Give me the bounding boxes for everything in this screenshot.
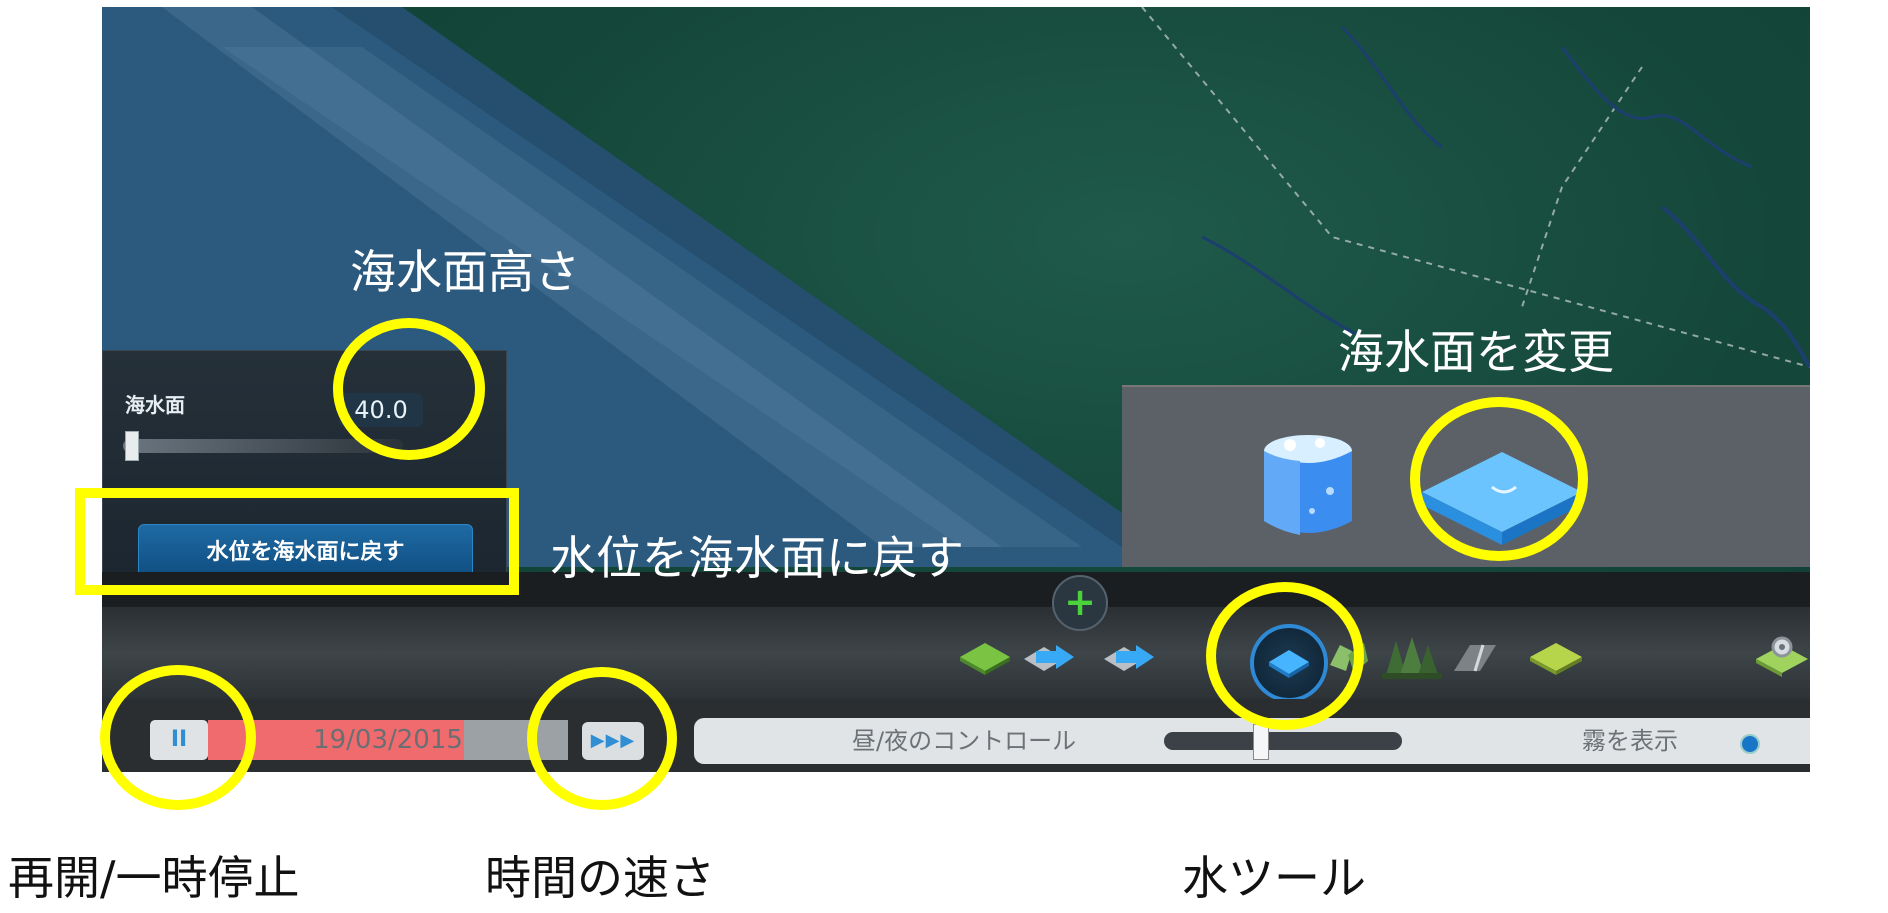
annotation-water-tool: 水ツール bbox=[1182, 851, 1366, 905]
day-night-slider[interactable] bbox=[1164, 732, 1402, 750]
highlight-ring-sea-level-value bbox=[333, 318, 485, 460]
annotation-reset-water: 水位を海水面に戻す bbox=[550, 531, 964, 585]
annotation-resume-pause: 再開/一時停止 bbox=[8, 851, 300, 905]
settings-gear-icon[interactable] bbox=[1754, 633, 1810, 679]
date-display: 19/03/2015 bbox=[313, 725, 463, 755]
level-down-tool-icon[interactable] bbox=[1102, 637, 1156, 677]
day-night-label: 昼/夜のコントロール bbox=[852, 727, 1077, 755]
highlight-ring-pause bbox=[100, 665, 256, 810]
terrain-tool-icon[interactable] bbox=[958, 639, 1012, 675]
grass-tool-icon[interactable] bbox=[1528, 637, 1584, 677]
fog-toggle[interactable] bbox=[1740, 734, 1760, 754]
level-up-tool-icon[interactable] bbox=[1022, 637, 1076, 677]
road-tool-icon[interactable] bbox=[1450, 643, 1500, 673]
annotation-change-sea-level: 海水面を変更 bbox=[1338, 325, 1614, 379]
water-source-icon[interactable] bbox=[1260, 431, 1356, 541]
sea-level-label: 海水面 bbox=[125, 393, 185, 417]
add-tool-button[interactable]: + bbox=[1052, 575, 1108, 631]
highlight-ring-water-tool bbox=[1206, 582, 1364, 730]
fog-toggle-label: 霧を表示 bbox=[1582, 727, 1678, 755]
forest-tool-icon[interactable] bbox=[1382, 635, 1442, 681]
highlight-ring-change-sea-level bbox=[1410, 397, 1588, 561]
sea-level-slider-thumb[interactable] bbox=[125, 431, 139, 461]
highlight-box-reset-water bbox=[75, 488, 519, 595]
day-night-slider-thumb[interactable] bbox=[1253, 724, 1269, 760]
annotation-sea-level-height: 海水面高さ bbox=[350, 245, 580, 299]
highlight-ring-speed bbox=[527, 667, 677, 810]
annotation-time-speed: 時間の速さ bbox=[485, 851, 715, 905]
